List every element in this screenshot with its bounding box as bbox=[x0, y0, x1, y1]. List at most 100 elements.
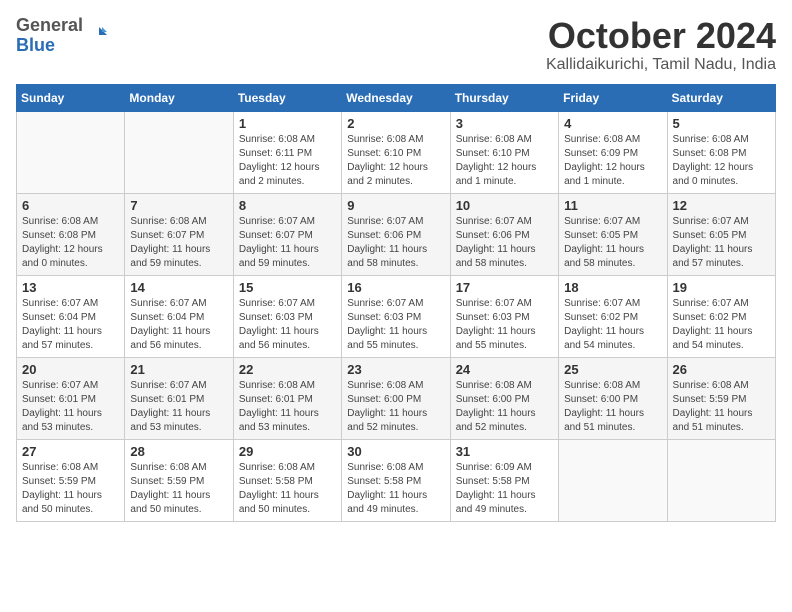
logo-bird-icon bbox=[85, 25, 107, 47]
day-info: Sunrise: 6:08 AM Sunset: 6:10 PM Dayligh… bbox=[456, 133, 553, 189]
calendar-cell: 11 Sunrise: 6:07 AM Sunset: 6:05 PM Dayli… bbox=[559, 193, 667, 275]
day-info: Sunrise: 6:08 AM Sunset: 6:09 PM Dayligh… bbox=[564, 133, 661, 189]
day-number: 6 bbox=[22, 198, 119, 213]
calendar-cell: 21 Sunrise: 6:07 AM Sunset: 6:01 PM Dayli… bbox=[125, 357, 233, 439]
calendar-cell: 9Sunrise: 6:07 AM Sunset: 6:06 PM Daylig… bbox=[342, 193, 450, 275]
day-info: Sunrise: 6:07 AM Sunset: 6:06 PM Dayligh… bbox=[456, 215, 553, 271]
weekday-header-row: SundayMondayTuesdayWednesdayThursdayFrid… bbox=[17, 84, 776, 111]
calendar-week-2: 6 Sunrise: 6:08 AM Sunset: 6:08 PM Daylig… bbox=[17, 193, 776, 275]
day-info: Sunrise: 6:08 AM Sunset: 5:59 PM Dayligh… bbox=[130, 461, 227, 517]
calendar-cell: 8 Sunrise: 6:07 AM Sunset: 6:07 PM Daylig… bbox=[233, 193, 341, 275]
calendar-cell: 14 Sunrise: 6:07 AM Sunset: 6:04 PM Dayli… bbox=[125, 275, 233, 357]
day-info: Sunrise: 6:07 AM Sunset: 6:05 PM Dayligh… bbox=[564, 215, 661, 271]
calendar-cell: 6 Sunrise: 6:08 AM Sunset: 6:08 PM Daylig… bbox=[17, 193, 125, 275]
logo-general: General bbox=[16, 16, 83, 36]
day-number: 14 bbox=[130, 280, 227, 295]
weekday-header-friday: Friday bbox=[559, 84, 667, 111]
calendar-cell: 19 Sunrise: 6:07 AM Sunset: 6:02 PM Dayli… bbox=[667, 275, 775, 357]
calendar-cell: 13Sunrise: 6:07 AM Sunset: 6:04 PM Dayli… bbox=[17, 275, 125, 357]
day-number: 2 bbox=[347, 116, 444, 131]
day-number: 25 bbox=[564, 362, 661, 377]
day-number: 30 bbox=[347, 444, 444, 459]
page-header: General Blue October 2024 Kallidaikurich… bbox=[16, 16, 776, 74]
day-number: 19 bbox=[673, 280, 770, 295]
calendar-cell: 3 Sunrise: 6:08 AM Sunset: 6:10 PM Daylig… bbox=[450, 111, 558, 193]
day-number: 11 bbox=[564, 198, 661, 213]
day-info: Sunrise: 6:08 AM Sunset: 5:59 PM Dayligh… bbox=[673, 379, 770, 435]
calendar-week-4: 20 Sunrise: 6:07 AM Sunset: 6:01 PM Dayli… bbox=[17, 357, 776, 439]
day-number: 13 bbox=[22, 280, 119, 295]
day-number: 27 bbox=[22, 444, 119, 459]
day-info: Sunrise: 6:08 AM Sunset: 6:01 PM Dayligh… bbox=[239, 379, 336, 435]
day-number: 24 bbox=[456, 362, 553, 377]
day-number: 9 bbox=[347, 198, 444, 213]
day-number: 28 bbox=[130, 444, 227, 459]
day-info: Sunrise: 6:07 AM Sunset: 6:01 PM Dayligh… bbox=[22, 379, 119, 435]
calendar-table: SundayMondayTuesdayWednesdayThursdayFrid… bbox=[16, 84, 776, 522]
day-info: Sunrise: 6:07 AM Sunset: 6:04 PM Dayligh… bbox=[130, 297, 227, 353]
calendar-cell: 30 Sunrise: 6:08 AM Sunset: 5:58 PM Dayli… bbox=[342, 439, 450, 521]
calendar-cell: 5Sunrise: 6:08 AM Sunset: 6:08 PM Daylig… bbox=[667, 111, 775, 193]
weekday-header-wednesday: Wednesday bbox=[342, 84, 450, 111]
day-number: 23 bbox=[347, 362, 444, 377]
day-info: Sunrise: 6:07 AM Sunset: 6:03 PM Dayligh… bbox=[347, 297, 444, 353]
calendar-cell: 28 Sunrise: 6:08 AM Sunset: 5:59 PM Dayli… bbox=[125, 439, 233, 521]
calendar-week-5: 27 Sunrise: 6:08 AM Sunset: 5:59 PM Dayli… bbox=[17, 439, 776, 521]
day-number: 20 bbox=[22, 362, 119, 377]
day-info: Sunrise: 6:07 AM Sunset: 6:07 PM Dayligh… bbox=[239, 215, 336, 271]
day-info: Sunrise: 6:08 AM Sunset: 6:08 PM Dayligh… bbox=[673, 133, 770, 189]
calendar-cell: 24Sunrise: 6:08 AM Sunset: 6:00 PM Dayli… bbox=[450, 357, 558, 439]
day-info: Sunrise: 6:07 AM Sunset: 6:02 PM Dayligh… bbox=[673, 297, 770, 353]
day-info: Sunrise: 6:07 AM Sunset: 6:05 PM Dayligh… bbox=[673, 215, 770, 271]
day-number: 7 bbox=[130, 198, 227, 213]
day-info: Sunrise: 6:08 AM Sunset: 6:00 PM Dayligh… bbox=[347, 379, 444, 435]
calendar-cell: 22 Sunrise: 6:08 AM Sunset: 6:01 PM Dayli… bbox=[233, 357, 341, 439]
calendar-cell: 25Sunrise: 6:08 AM Sunset: 6:00 PM Dayli… bbox=[559, 357, 667, 439]
calendar-cell: 31 Sunrise: 6:09 AM Sunset: 5:58 PM Dayli… bbox=[450, 439, 558, 521]
calendar-week-1: 1Sunrise: 6:08 AM Sunset: 6:11 PM Daylig… bbox=[17, 111, 776, 193]
day-number: 15 bbox=[239, 280, 336, 295]
month-title: October 2024 bbox=[546, 16, 776, 56]
day-info: Sunrise: 6:08 AM Sunset: 5:58 PM Dayligh… bbox=[347, 461, 444, 517]
calendar-cell: 7 Sunrise: 6:08 AM Sunset: 6:07 PM Daylig… bbox=[125, 193, 233, 275]
calendar-cell bbox=[125, 111, 233, 193]
calendar-cell bbox=[559, 439, 667, 521]
calendar-cell: 20 Sunrise: 6:07 AM Sunset: 6:01 PM Dayli… bbox=[17, 357, 125, 439]
day-info: Sunrise: 6:07 AM Sunset: 6:03 PM Dayligh… bbox=[239, 297, 336, 353]
day-info: Sunrise: 6:08 AM Sunset: 6:08 PM Dayligh… bbox=[22, 215, 119, 271]
day-number: 26 bbox=[673, 362, 770, 377]
calendar-cell: 23 Sunrise: 6:08 AM Sunset: 6:00 PM Dayli… bbox=[342, 357, 450, 439]
calendar-cell: 18 Sunrise: 6:07 AM Sunset: 6:02 PM Dayli… bbox=[559, 275, 667, 357]
day-number: 22 bbox=[239, 362, 336, 377]
day-info: Sunrise: 6:08 AM Sunset: 6:07 PM Dayligh… bbox=[130, 215, 227, 271]
day-number: 31 bbox=[456, 444, 553, 459]
day-number: 12 bbox=[673, 198, 770, 213]
calendar-cell: 27Sunrise: 6:08 AM Sunset: 5:59 PM Dayli… bbox=[17, 439, 125, 521]
calendar-cell bbox=[17, 111, 125, 193]
weekday-header-tuesday: Tuesday bbox=[233, 84, 341, 111]
calendar-cell: 10 Sunrise: 6:07 AM Sunset: 6:06 PM Dayli… bbox=[450, 193, 558, 275]
calendar-cell bbox=[667, 439, 775, 521]
day-number: 3 bbox=[456, 116, 553, 131]
day-info: Sunrise: 6:07 AM Sunset: 6:02 PM Dayligh… bbox=[564, 297, 661, 353]
calendar-cell: 16 Sunrise: 6:07 AM Sunset: 6:03 PM Dayli… bbox=[342, 275, 450, 357]
day-number: 8 bbox=[239, 198, 336, 213]
weekday-header-sunday: Sunday bbox=[17, 84, 125, 111]
logo: General Blue bbox=[16, 16, 107, 56]
day-info: Sunrise: 6:09 AM Sunset: 5:58 PM Dayligh… bbox=[456, 461, 553, 517]
calendar-cell: 12 Sunrise: 6:07 AM Sunset: 6:05 PM Dayli… bbox=[667, 193, 775, 275]
day-number: 18 bbox=[564, 280, 661, 295]
calendar-cell: 1Sunrise: 6:08 AM Sunset: 6:11 PM Daylig… bbox=[233, 111, 341, 193]
calendar-cell: 2Sunrise: 6:08 AM Sunset: 6:10 PM Daylig… bbox=[342, 111, 450, 193]
day-info: Sunrise: 6:08 AM Sunset: 5:58 PM Dayligh… bbox=[239, 461, 336, 517]
day-number: 10 bbox=[456, 198, 553, 213]
logo-blue: Blue bbox=[16, 36, 83, 56]
day-info: Sunrise: 6:08 AM Sunset: 6:11 PM Dayligh… bbox=[239, 133, 336, 189]
location-title: Kallidaikurichi, Tamil Nadu, India bbox=[546, 56, 776, 74]
day-info: Sunrise: 6:07 AM Sunset: 6:01 PM Dayligh… bbox=[130, 379, 227, 435]
day-number: 21 bbox=[130, 362, 227, 377]
day-number: 16 bbox=[347, 280, 444, 295]
calendar-cell: 26 Sunrise: 6:08 AM Sunset: 5:59 PM Dayli… bbox=[667, 357, 775, 439]
day-number: 4 bbox=[564, 116, 661, 131]
calendar-cell: 4 Sunrise: 6:08 AM Sunset: 6:09 PM Daylig… bbox=[559, 111, 667, 193]
